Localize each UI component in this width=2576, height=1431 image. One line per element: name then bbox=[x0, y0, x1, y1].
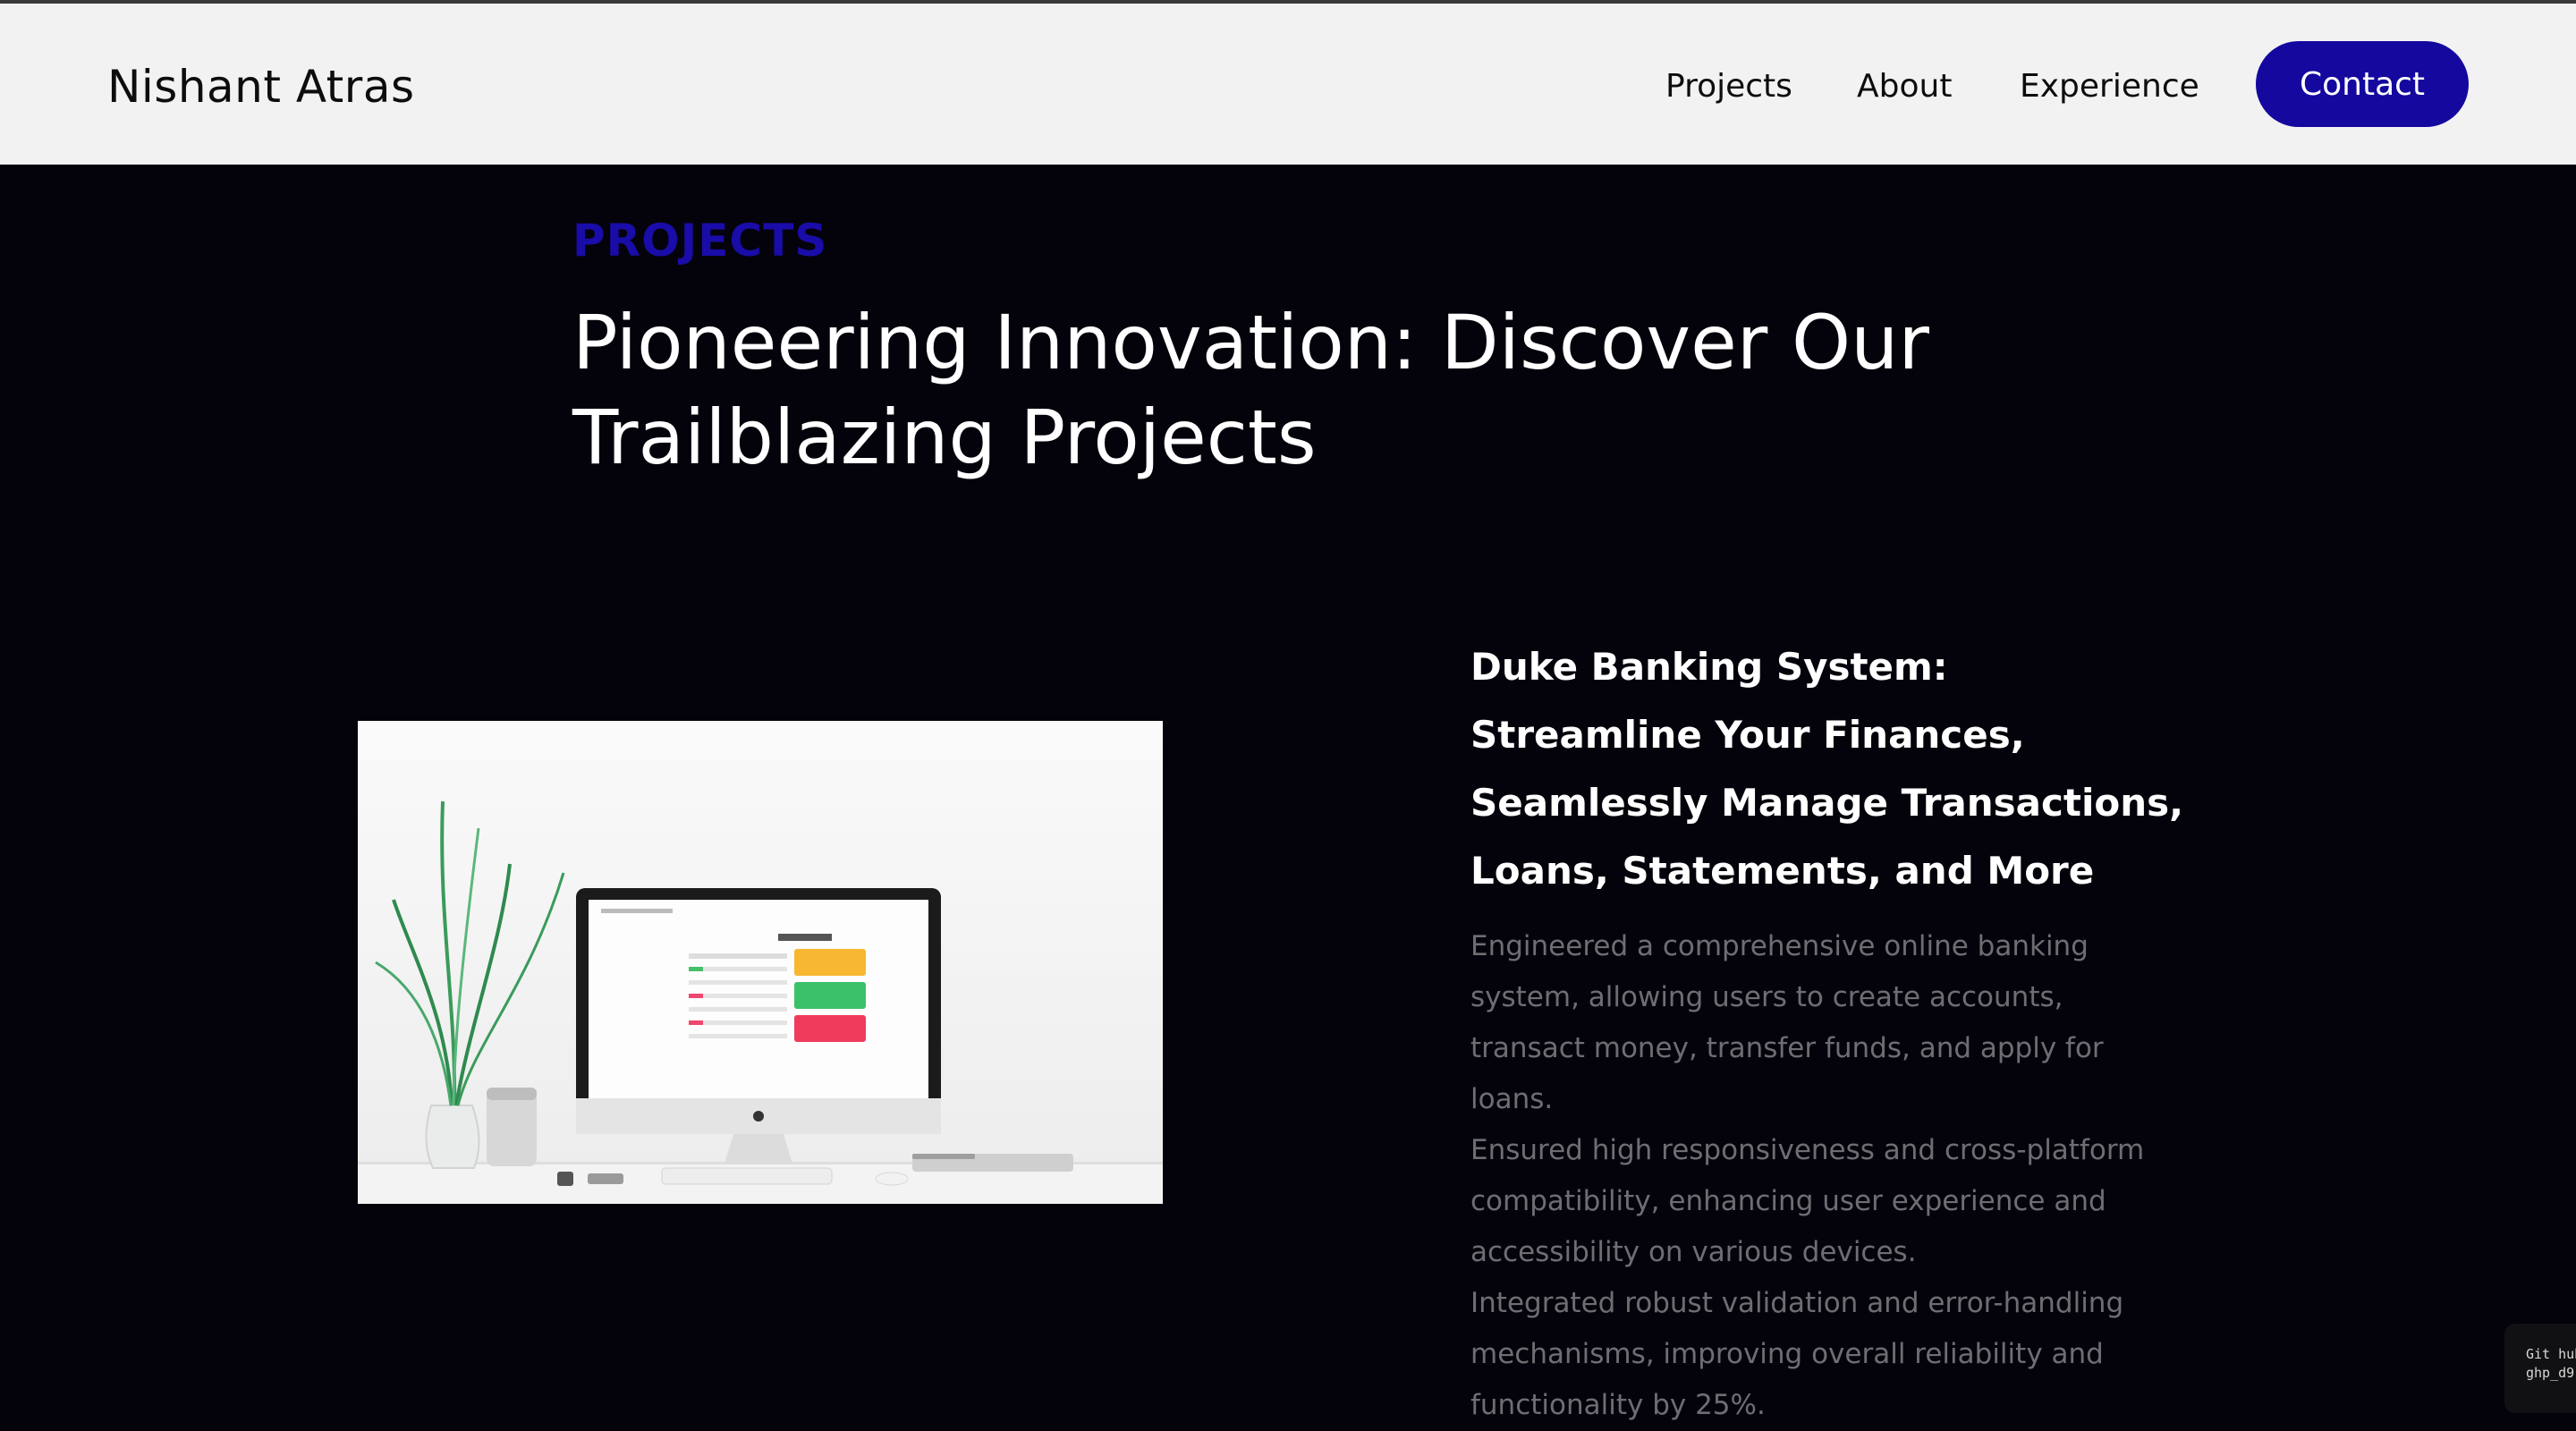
contact-button[interactable]: Contact bbox=[2256, 41, 2469, 127]
monitor-icon bbox=[576, 888, 941, 1164]
desk-scene-illustration bbox=[358, 721, 1163, 1204]
keyboard-icon bbox=[661, 1167, 833, 1185]
laptop-icon bbox=[912, 1154, 1073, 1172]
brand-name[interactable]: Nishant Atras bbox=[107, 61, 415, 113]
notification-toast[interactable]: Git hub ghp_d9 bbox=[2504, 1324, 2576, 1413]
nav-experience[interactable]: Experience bbox=[2020, 68, 2199, 105]
toast-line: ghp_d9 bbox=[2526, 1365, 2575, 1381]
toast-line: Git hub bbox=[2526, 1346, 2576, 1362]
project-title: Duke Banking System: Streamline Your Fin… bbox=[1470, 645, 2184, 893]
project-description: Engineered a comprehensive online bankin… bbox=[1470, 921, 2168, 1431]
project-description-item: Ensured high responsiveness and cross-pl… bbox=[1470, 1134, 2145, 1268]
section-eyebrow: PROJECTS bbox=[572, 215, 828, 267]
nav-projects[interactable]: Projects bbox=[1665, 68, 1792, 105]
project-description-item: Engineered a comprehensive online bankin… bbox=[1470, 930, 2104, 1115]
speaker-icon bbox=[487, 1088, 537, 1166]
project-description-item: Integrated robust validation and error-h… bbox=[1470, 1287, 2124, 1421]
section-headline: Pioneering Innovation: Discover Our Trai… bbox=[572, 299, 1929, 481]
project-image bbox=[358, 721, 1163, 1204]
site-header: Nishant Atras Projects About Experience … bbox=[0, 4, 2576, 165]
nav-about[interactable]: About bbox=[1857, 68, 1952, 105]
